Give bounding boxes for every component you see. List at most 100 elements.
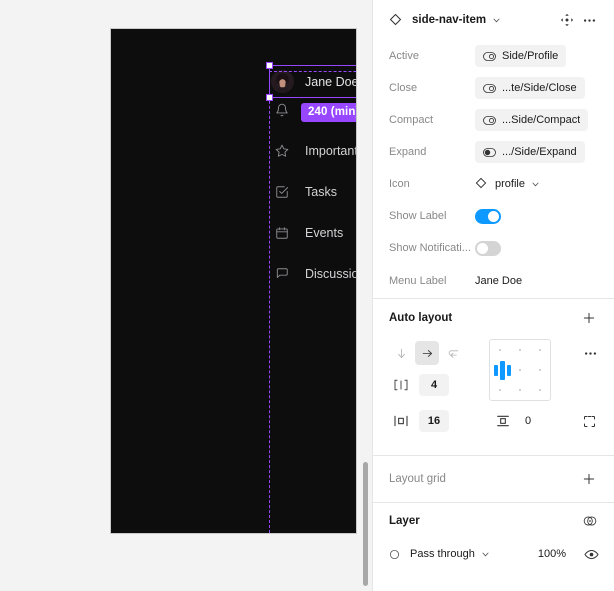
property-value[interactable]: Side/Profile <box>475 45 600 67</box>
gap-value[interactable]: 4 <box>419 374 449 396</box>
property-value[interactable]: profile <box>475 177 600 192</box>
property-label: Expand <box>389 146 427 158</box>
align-dot[interactable] <box>499 389 501 391</box>
instance-name: Side/Profile <box>502 50 559 62</box>
design-canvas[interactable]: Jane Doe Notifications 2 Important 2 <box>0 0 372 591</box>
property-value[interactable] <box>475 240 600 256</box>
nav-profile-row[interactable]: Jane Doe <box>271 67 357 96</box>
padding-controls[interactable]: 16 0 <box>389 409 601 433</box>
nav-item-label: Tasks <box>305 185 337 199</box>
align-preview-bar <box>507 365 511 376</box>
arrow-down-icon[interactable] <box>389 341 413 365</box>
instance-swap-pill[interactable]: Side/Profile <box>475 45 567 67</box>
property-row-active[interactable]: Active Side/Profile <box>373 40 614 72</box>
wrap-icon[interactable] <box>441 341 465 365</box>
align-dot[interactable] <box>499 349 501 351</box>
horizontal-padding-value[interactable]: 16 <box>419 410 449 432</box>
nav-item[interactable]: Discussions <box>271 259 356 289</box>
icon-select[interactable]: profile <box>475 177 540 192</box>
property-value[interactable] <box>475 208 600 224</box>
section-title: Layout grid <box>389 473 446 485</box>
canvas-vertical-scrollbar[interactable] <box>363 462 368 586</box>
instance-swap-pill[interactable]: ...te/Side/Close <box>475 77 585 99</box>
nav-item[interactable]: Important 2 <box>271 136 357 166</box>
boolean-on-icon <box>483 147 496 157</box>
property-label: Icon <box>389 178 410 190</box>
nav-item[interactable]: Tasks <box>271 177 356 207</box>
blend-mode-circle-icon <box>389 549 400 560</box>
property-label: Active <box>389 50 419 62</box>
layer-styles-icon[interactable] <box>580 511 600 531</box>
property-value[interactable]: ...Side/Compact <box>475 109 600 131</box>
vertical-padding-value[interactable]: 0 <box>525 415 531 427</box>
property-value[interactable]: ...te/Side/Close <box>475 77 600 99</box>
swap-instance-icon[interactable] <box>556 9 578 31</box>
profile-name: Jane Doe <box>305 74 357 89</box>
properties-panel[interactable]: side-nav-item Active Side/Profile Close … <box>372 0 614 591</box>
property-row-compact[interactable]: Compact ...Side/Compact <box>373 104 614 136</box>
align-dot[interactable] <box>519 389 521 391</box>
property-row-close[interactable]: Close ...te/Side/Close <box>373 72 614 104</box>
show-notifications-toggle[interactable] <box>475 240 501 256</box>
component-name: side-nav-item <box>412 14 487 26</box>
horizontal-padding-icon <box>389 409 413 433</box>
gap-between-icon <box>389 373 413 397</box>
align-dot[interactable] <box>519 369 521 371</box>
alignment-grid[interactable] <box>489 339 551 401</box>
arrow-right-icon[interactable] <box>415 341 439 365</box>
side-nav-frame[interactable]: Jane Doe Notifications 2 Important 2 <box>110 28 357 534</box>
nav-item-label: Important <box>305 144 357 158</box>
instance-swap-pill[interactable]: .../Side/Expand <box>475 141 585 163</box>
component-header[interactable]: side-nav-item <box>373 0 614 40</box>
more-ellipsis-icon[interactable] <box>580 343 600 363</box>
toggle-knob <box>477 242 488 254</box>
plus-icon[interactable] <box>578 468 600 490</box>
layer-blend-row[interactable]: Pass through 100% <box>373 539 614 569</box>
direction-controls[interactable] <box>389 341 465 365</box>
auto-layout-header: Auto layout <box>373 299 614 337</box>
bell-icon <box>271 99 293 121</box>
instance-swap-pill[interactable]: ...Side/Compact <box>475 109 589 131</box>
chevron-down-icon[interactable] <box>531 180 540 189</box>
align-dot[interactable] <box>539 369 541 371</box>
eye-icon[interactable] <box>582 545 600 563</box>
nav-item-label: Discussions <box>305 267 356 281</box>
opacity-value[interactable]: 100% <box>538 548 566 560</box>
component-diamond-icon <box>389 13 403 27</box>
icon-name: profile <box>495 178 525 190</box>
toggle-knob <box>488 210 499 222</box>
star-icon <box>271 140 293 162</box>
boolean-off-icon <box>483 51 496 61</box>
property-label: Show Label <box>389 210 447 222</box>
property-value[interactable]: Jane Doe <box>475 275 600 287</box>
property-row-icon[interactable]: Icon profile <box>373 168 614 200</box>
nav-item[interactable]: Events <box>271 218 356 248</box>
align-dot[interactable] <box>539 389 541 391</box>
property-label: Close <box>389 82 418 94</box>
layer-header: Layer <box>373 503 614 539</box>
vertical-padding-icon <box>491 409 515 433</box>
property-label: Menu Label <box>389 275 447 287</box>
property-value[interactable]: .../Side/Expand <box>475 141 600 163</box>
show-label-toggle[interactable] <box>475 208 501 224</box>
section-title: Layer <box>389 515 420 527</box>
property-row-expand[interactable]: Expand .../Side/Expand <box>373 136 614 168</box>
align-dot[interactable] <box>519 349 521 351</box>
chevron-down-icon[interactable] <box>481 550 490 559</box>
more-ellipsis-icon[interactable] <box>578 9 600 31</box>
chevron-down-icon[interactable] <box>492 16 501 25</box>
blend-mode-value[interactable]: Pass through <box>410 548 475 560</box>
plus-icon[interactable] <box>578 307 600 329</box>
align-dot[interactable] <box>539 349 541 351</box>
auto-layout-controls[interactable]: 4 16 0 <box>373 337 614 455</box>
property-label: Show Notificati... <box>389 242 471 254</box>
property-row-show-notifications[interactable]: Show Notificati... <box>373 232 614 264</box>
selection-size-badge: 240 (min) × 48 <box>301 103 356 122</box>
gap-control[interactable]: 4 <box>389 373 449 397</box>
boolean-off-icon <box>483 115 496 125</box>
section-title: Auto layout <box>389 312 453 324</box>
layout-grid-header: Layout grid <box>373 456 614 502</box>
clip-content-icon[interactable] <box>577 409 601 433</box>
property-row-menu-label[interactable]: Menu Label Jane Doe <box>373 264 614 298</box>
property-row-show-label[interactable]: Show Label <box>373 200 614 232</box>
